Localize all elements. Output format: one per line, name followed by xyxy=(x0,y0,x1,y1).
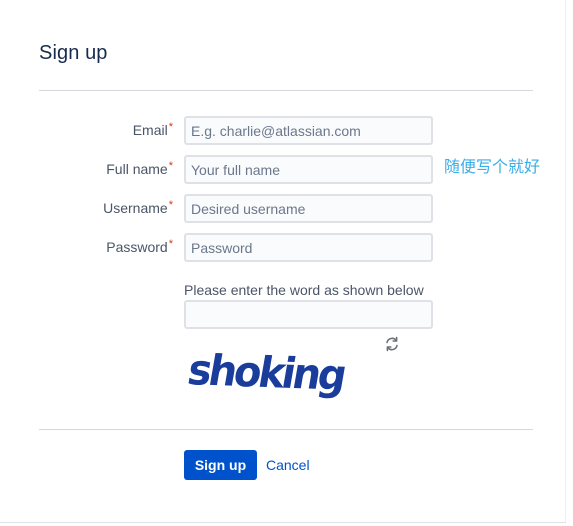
captcha-text: shoking xyxy=(184,345,348,400)
email-field[interactable] xyxy=(184,116,433,145)
email-label-text: Email xyxy=(132,122,168,138)
required-marker: * xyxy=(168,121,173,133)
cancel-link[interactable]: Cancel xyxy=(266,457,310,473)
email-label: Email* xyxy=(132,121,173,138)
footer-divider xyxy=(39,429,533,430)
fullname-label: Full name* xyxy=(106,160,173,177)
username-label-text: Username xyxy=(103,200,168,216)
refresh-icon[interactable] xyxy=(383,335,401,353)
required-marker: * xyxy=(168,160,173,172)
password-label: Password* xyxy=(106,238,173,255)
fullname-label-text: Full name xyxy=(106,161,168,177)
password-field[interactable] xyxy=(184,233,433,262)
annotation-note: 随便写个就好 xyxy=(444,159,541,176)
required-marker: * xyxy=(168,199,173,211)
captcha-label: Please enter the word as shown below xyxy=(184,282,424,298)
dialog-bottom-border xyxy=(0,522,566,523)
dialog-title: Sign up xyxy=(39,42,108,64)
required-marker: * xyxy=(168,238,173,250)
header-divider xyxy=(39,90,533,91)
captcha-image: shoking xyxy=(184,345,348,400)
captcha-field[interactable] xyxy=(184,300,433,329)
username-field[interactable] xyxy=(184,194,433,223)
dialog-right-border xyxy=(565,0,566,523)
signup-button[interactable]: Sign up xyxy=(184,450,257,480)
password-label-text: Password xyxy=(106,239,168,255)
signup-dialog: Sign up Email* Full name* Username* Pass… xyxy=(0,0,573,526)
username-label: Username* xyxy=(103,199,173,216)
fullname-field[interactable] xyxy=(184,155,433,184)
